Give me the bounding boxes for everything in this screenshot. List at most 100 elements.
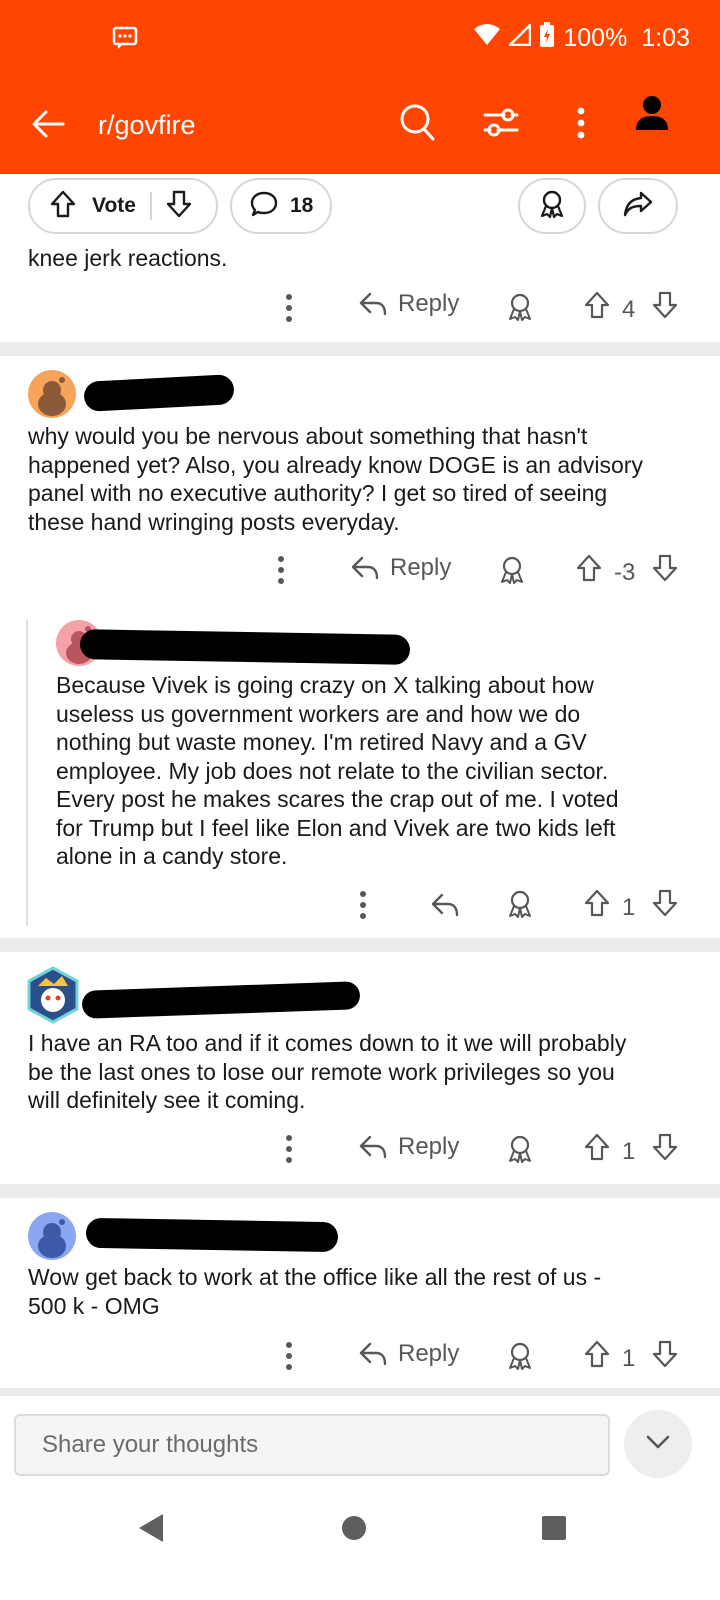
downvote-icon[interactable] (166, 190, 192, 223)
downvote-icon[interactable] (652, 1133, 678, 1161)
award-icon[interactable] (506, 1341, 534, 1371)
status-bar: 100% 1:03 (0, 0, 720, 78)
reply-button[interactable]: Reply (358, 1340, 459, 1368)
redacted-username (81, 981, 361, 1019)
reply-button[interactable]: Reply (358, 290, 459, 318)
comment-body: Wow get back to work at the office like … (28, 1263, 601, 1320)
upvote-icon[interactable] (584, 889, 610, 917)
nav-home-icon[interactable] (340, 1514, 368, 1547)
comment-divider (0, 938, 720, 952)
comment-more-icon[interactable] (282, 1131, 296, 1167)
post-action-bar: Vote 18 (0, 176, 720, 240)
comment-line: useless us government workers are and ho… (56, 700, 581, 727)
clock: 1:03 (641, 24, 690, 52)
user-profile-icon[interactable] (634, 94, 670, 137)
comment-more-icon[interactable] (282, 290, 296, 326)
battery-percent: 100% (563, 24, 628, 52)
comment-body: I have an RA too and if it comes down to… (28, 1029, 626, 1115)
comment-more-icon[interactable] (356, 887, 370, 923)
comment-line: panel with no executive authority? I get… (28, 480, 608, 506)
comment-body: Because Vivek is going crazy on X talkin… (56, 671, 619, 871)
downvote-icon[interactable] (652, 1340, 678, 1368)
comment-line: Every post he makes scares the crap out … (56, 786, 619, 812)
redacted-username (83, 374, 235, 412)
reply-button[interactable]: Reply (350, 554, 451, 582)
chevron-down-icon (645, 1434, 671, 1455)
downvote-icon[interactable] (652, 291, 678, 319)
reply-label: Reply (390, 554, 452, 581)
comment-line: alone in a candy store. (56, 843, 288, 869)
system-nav-bar (0, 1492, 720, 1600)
comment-line: Because Vivek is going crazy on X talkin… (56, 672, 594, 698)
score: 1 (622, 1345, 636, 1372)
vote-label: Vote (92, 194, 136, 217)
reply-button[interactable]: Reply (358, 1133, 459, 1161)
share-icon (623, 190, 653, 223)
upvote-icon[interactable] (584, 1133, 610, 1161)
vote-divider (149, 192, 152, 220)
award-icon[interactable] (506, 889, 534, 919)
comment-line: why would you be nervous about something… (28, 423, 588, 449)
comment-line: Wow get back to work at the office like … (28, 1264, 602, 1290)
comment-input-wrapper (14, 1414, 610, 1476)
score: -3 (614, 559, 636, 586)
redacted-username (79, 629, 411, 665)
award-icon[interactable] (506, 292, 534, 322)
app-bar: r/govfire (0, 78, 720, 174)
comment-more-icon[interactable] (282, 1338, 296, 1374)
avatar[interactable] (26, 966, 80, 1024)
downvote-icon[interactable] (652, 554, 678, 582)
award-icon[interactable] (506, 1134, 534, 1164)
comment-line: be the last ones to lose our remote work… (28, 1058, 615, 1085)
avatar[interactable] (28, 370, 76, 418)
upvote-icon[interactable] (50, 190, 76, 223)
search-icon[interactable] (398, 102, 436, 147)
comment-line: for Trump but I feel like Elon and Vivek… (56, 814, 616, 841)
avatar[interactable] (28, 1212, 76, 1260)
upvote-icon[interactable] (576, 554, 602, 582)
comment-line: will definitely see it coming. (28, 1087, 306, 1113)
battery-icon (539, 22, 555, 55)
comment-line: 500 k - OMG (28, 1292, 160, 1319)
upvote-icon[interactable] (584, 1340, 610, 1368)
comments-button[interactable]: 18 (230, 178, 332, 234)
nav-back-icon[interactable] (136, 1512, 166, 1549)
nav-recents-icon[interactable] (540, 1514, 568, 1547)
reply-label: Reply (398, 290, 460, 317)
subreddit-title[interactable]: r/govfire (98, 110, 196, 141)
signal-icon (507, 21, 532, 53)
award-button[interactable] (518, 178, 586, 234)
comment-line: I have an RA too and if it comes down to… (28, 1030, 627, 1056)
reply-label: Reply (398, 1340, 460, 1367)
comment-line: happened yet? Also, you already know DOG… (28, 451, 643, 478)
upvote-icon[interactable] (584, 291, 610, 319)
score: 1 (622, 1138, 636, 1165)
award-icon[interactable] (498, 555, 526, 585)
comment-line: these hand wringing posts everyday. (28, 508, 400, 535)
share-button[interactable] (598, 178, 678, 234)
comment-count: 18 (290, 194, 314, 217)
vote-pill: Vote (28, 178, 218, 234)
wifi-icon (473, 23, 501, 54)
score: 4 (622, 296, 636, 323)
comment-line: nothing but waste money. I'm retired Nav… (56, 729, 587, 755)
comment-divider (0, 342, 720, 356)
score: 1 (622, 894, 636, 921)
message-notification-icon (112, 26, 138, 55)
comment-divider (0, 1184, 720, 1198)
reply-label: Reply (398, 1133, 460, 1160)
comment-line: employee. My job does not relate to the … (56, 757, 609, 784)
downvote-icon[interactable] (652, 889, 678, 917)
filter-sort-icon[interactable] (482, 102, 520, 147)
comment-input[interactable] (16, 1416, 608, 1474)
more-options-icon[interactable] (574, 102, 588, 147)
comment-body: why would you be nervous about something… (28, 422, 643, 536)
collapse-button[interactable] (624, 1410, 692, 1478)
comment-bubble-icon (250, 190, 278, 223)
comment-composer (0, 1396, 720, 1492)
comment-body: knee jerk reactions. (28, 245, 228, 271)
back-arrow-icon[interactable] (30, 106, 66, 147)
redacted-username (85, 1217, 339, 1253)
comment-more-icon[interactable] (274, 552, 288, 588)
reply-button[interactable] (430, 891, 460, 919)
